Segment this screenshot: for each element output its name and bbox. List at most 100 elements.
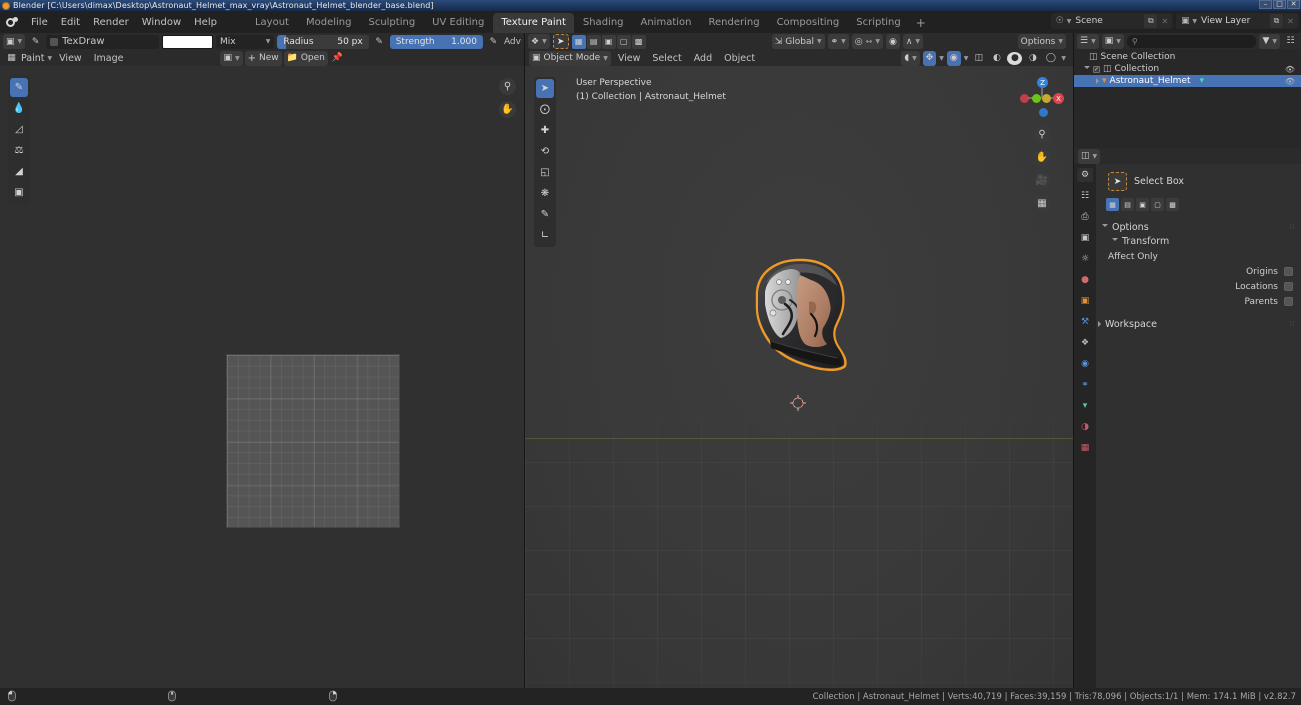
minimize-button[interactable]: – (1259, 0, 1272, 9)
select-box-icon[interactable]: ➤ (552, 34, 569, 49)
affect-origins-row[interactable]: Origins (1102, 264, 1295, 279)
remove-scene-button[interactable]: ✕ (1158, 14, 1172, 28)
tab-world[interactable]: ● (1077, 273, 1093, 287)
new-view-layer-button[interactable]: ⧉ (1270, 14, 1283, 28)
image-menu-image[interactable]: Image (89, 52, 129, 65)
collection-checkbox[interactable]: ✓ (1093, 65, 1100, 73)
blender-logo-icon[interactable] (5, 15, 20, 29)
workspace-tab-animation[interactable]: Animation (633, 13, 700, 33)
mode-intersect-button[interactable]: ▩ (1166, 198, 1179, 211)
tab-view-layer[interactable]: ▣ (1077, 231, 1093, 245)
image-editor-icon[interactable]: ▦ (4, 51, 19, 65)
measure-tool[interactable]: ∟ (536, 226, 554, 245)
options-panel-header[interactable]: Options ∷ (1102, 220, 1295, 234)
tab-constraints[interactable]: ⚭ (1077, 378, 1093, 392)
collection-visibility-eye-icon[interactable]: 👁 (1285, 65, 1295, 74)
workspace-tab-texture-paint[interactable]: Texture Paint (493, 13, 574, 33)
scale-tool[interactable]: ◱ (536, 163, 554, 182)
gizmo-z-axis[interactable]: Z (1037, 77, 1048, 88)
affect-parents-checkbox[interactable] (1284, 297, 1293, 306)
pivot-point-select[interactable]: ◎ ⇿ ▼ (851, 34, 883, 49)
mode-set-button[interactable]: ▦ (1106, 198, 1119, 211)
snap-magnet-icon[interactable]: ⚭ ▼ (827, 34, 849, 49)
viewport-menu-select[interactable]: Select (647, 52, 686, 65)
mode-extend-button[interactable]: ▤ (1121, 198, 1134, 211)
select-box-tool[interactable]: ➤ (536, 79, 554, 98)
workspace-tab-sculpting[interactable]: Sculpting (360, 13, 423, 33)
shading-wireframe-button[interactable]: ◐ (989, 51, 1004, 65)
search-input[interactable]: ⚲ (1126, 34, 1257, 48)
scene-selector[interactable]: ☉ ▼ Scene ⧉ ✕ (1050, 13, 1174, 29)
gizmo-x-axis[interactable]: X (1053, 93, 1064, 104)
object-visibility-eye-icon[interactable]: 👁 (1285, 77, 1295, 86)
workspace-tab-uv-editing[interactable]: UV Editing (424, 13, 492, 33)
workspace-tab-modeling[interactable]: Modeling (298, 13, 360, 33)
select-mode-invert[interactable]: ▢ (616, 34, 631, 49)
viewport-menu-object[interactable]: Object (719, 52, 760, 65)
mode-subtract-button[interactable]: ▣ (1136, 198, 1149, 211)
workspace-tab-scripting[interactable]: Scripting (848, 13, 908, 33)
new-collection-icon[interactable]: ☷ (1283, 34, 1298, 48)
hand-icon[interactable]: ✋ (499, 101, 516, 118)
tab-material[interactable]: ◑ (1077, 420, 1093, 434)
brush-name-field[interactable]: TexDraw (46, 34, 159, 49)
tab-scene[interactable]: ☼ (1077, 252, 1093, 266)
affect-parents-row[interactable]: Parents (1102, 294, 1295, 309)
annotate-tool[interactable]: ✎ (536, 205, 554, 224)
mesh-data-icon[interactable]: ▾ (1200, 76, 1205, 86)
outliner-row-scene-collection[interactable]: ◫ Scene Collection (1074, 51, 1301, 63)
radius-slider[interactable]: Radius 50 px (277, 34, 369, 49)
select-mode-subtract[interactable]: ▣ (601, 34, 616, 49)
affect-locations-checkbox[interactable] (1284, 282, 1293, 291)
uv-image-grid[interactable] (226, 354, 400, 528)
gizmo-neg-y-axis[interactable] (1042, 94, 1051, 103)
zoom-button[interactable]: ⚲ (1033, 126, 1051, 143)
remove-view-layer-button[interactable]: ✕ (1284, 14, 1297, 28)
image-editor-mode-select[interactable]: Paint ▼ (21, 53, 52, 64)
zoom-icon[interactable]: ⚲ (499, 78, 516, 95)
blend-mode-select[interactable]: Mix ▼ (215, 34, 275, 49)
outliner-row-collection[interactable]: ✓ ◫ Collection 👁 (1074, 63, 1301, 75)
tab-output[interactable]: ⎙ (1077, 210, 1093, 224)
gizmo-icon[interactable]: ✥ (922, 50, 937, 66)
transform-subpanel-header[interactable]: Transform (1112, 234, 1295, 248)
brush-icon[interactable]: ✎ (28, 35, 43, 49)
tab-data[interactable]: ▾ (1077, 399, 1093, 413)
editor-type-icon[interactable]: ❖ ▼ (528, 34, 550, 49)
mask-tool[interactable]: ▣ (10, 183, 28, 202)
visibility-icon[interactable]: ◖ ▼ (901, 50, 920, 66)
filter-id-icon[interactable]: ▣ ▼ (1101, 33, 1124, 49)
menu-render[interactable]: Render (87, 15, 135, 30)
menu-file[interactable]: File (25, 15, 54, 30)
falloff-curve-icon[interactable]: ∧ ▼ (902, 34, 924, 49)
menu-edit[interactable]: Edit (55, 15, 86, 30)
select-mode-intersect[interactable]: ▩ (631, 34, 646, 49)
astronaut-helmet-model[interactable] (735, 256, 865, 381)
overlays-icon[interactable]: ◉ (946, 50, 961, 66)
cursor-tool[interactable]: ⨀ (536, 100, 554, 119)
new-scene-button[interactable]: ⧉ (1144, 14, 1158, 28)
menu-help[interactable]: Help (188, 15, 223, 30)
gizmo-neg-x-axis[interactable] (1020, 94, 1029, 103)
shading-rendered-button[interactable]: ◯ (1043, 51, 1058, 65)
tab-render[interactable]: ☷ (1077, 189, 1093, 203)
workspace-panel-header[interactable]: Workspace ∷ (1098, 317, 1295, 331)
tab-physics[interactable]: ◉ (1077, 357, 1093, 371)
tab-tool[interactable]: ⚙ (1077, 168, 1093, 182)
strength-pressure-icon[interactable]: ✎ (486, 35, 501, 49)
brush-preset-icon[interactable]: ▣ ▼ (3, 34, 26, 49)
workspace-tab-layout[interactable]: Layout (247, 13, 297, 33)
properties-editor-icon[interactable]: ◫ ▼ (1078, 148, 1101, 164)
mode-invert-button[interactable]: ▢ (1151, 198, 1164, 211)
image-datablock-icon[interactable]: ▣ ▼ (220, 50, 243, 66)
workspace-tab-shading[interactable]: Shading (575, 13, 632, 33)
image-menu-view[interactable]: View (54, 52, 87, 65)
filter-funnel-icon[interactable]: ▼ ▼ (1259, 33, 1280, 49)
fill-tool[interactable]: ◢ (10, 162, 28, 181)
outliner-row-astronaut-helmet[interactable]: ▾ Astronaut_Helmet ▾ 👁 (1074, 75, 1301, 87)
pan-button[interactable]: ✋ (1033, 149, 1051, 166)
toggle-perspective-button[interactable]: ▦ (1033, 195, 1051, 212)
select-mode-extend[interactable]: ▤ (586, 34, 601, 49)
rotate-tool[interactable]: ⟲ (536, 142, 554, 161)
maximize-button[interactable]: □ (1273, 0, 1286, 9)
